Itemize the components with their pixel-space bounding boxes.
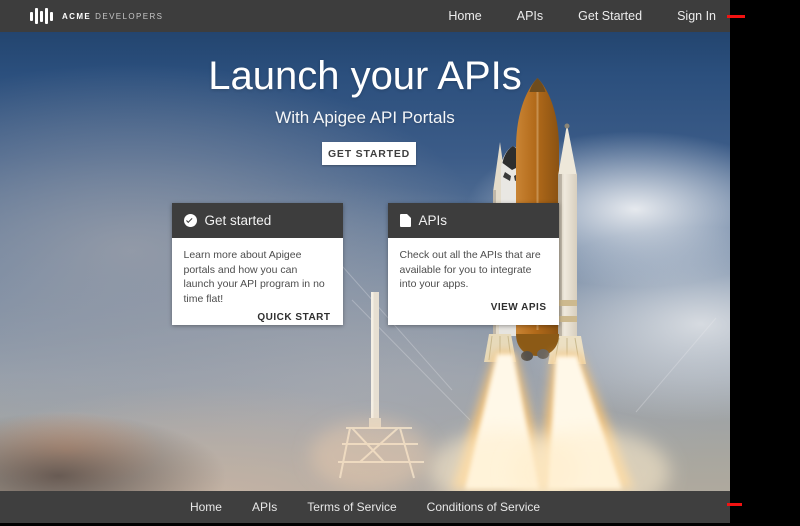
- footer-item-apis[interactable]: APIs: [252, 500, 277, 514]
- nav-item-get-started[interactable]: Get Started: [578, 9, 642, 23]
- card-apis: APIs Check out all the APIs that are ava…: [388, 203, 559, 325]
- footer-item-conditions[interactable]: Conditions of Service: [427, 500, 540, 514]
- check-circle-icon: [184, 214, 197, 227]
- nav-item-sign-in[interactable]: Sign In: [677, 9, 716, 23]
- file-icon: [400, 214, 411, 227]
- annotation-marker-top: [727, 15, 745, 18]
- nav-item-home[interactable]: Home: [448, 9, 481, 23]
- equalizer-logo-icon: [30, 8, 53, 24]
- hero-subtitle: With Apigee API Portals: [0, 108, 730, 128]
- footer-item-terms[interactable]: Terms of Service: [307, 500, 396, 514]
- nav-item-apis[interactable]: APIs: [517, 9, 543, 23]
- card-header: Get started: [172, 203, 343, 238]
- footer-bar: Home APIs Terms of Service Conditions of…: [0, 491, 730, 523]
- card-get-started: Get started Learn more about Apigee port…: [172, 203, 343, 325]
- card-actions: VIEW APIS: [388, 297, 559, 325]
- card-body-text: Check out all the APIs that are availabl…: [388, 238, 559, 297]
- footer-item-home[interactable]: Home: [190, 500, 222, 514]
- view-apis-link[interactable]: VIEW APIS: [491, 302, 547, 313]
- get-started-button[interactable]: GET STARTED: [322, 142, 416, 165]
- card-actions: QUICK START: [172, 307, 343, 335]
- card-header: APIs: [388, 203, 559, 238]
- nav-links: Home APIs Get Started Sign In: [448, 9, 716, 23]
- browser-page: ACMEDEVELOPERS Home APIs Get Started Sig…: [0, 0, 730, 523]
- feature-cards: Get started Learn more about Apigee port…: [0, 203, 730, 325]
- brand-logo[interactable]: ACMEDEVELOPERS: [30, 8, 163, 24]
- hero-title: Launch your APIs: [0, 54, 730, 99]
- quick-start-link[interactable]: QUICK START: [257, 312, 330, 323]
- card-body-text: Learn more about Apigee portals and how …: [172, 238, 343, 307]
- annotation-marker-bottom: [727, 503, 742, 506]
- card-title: Get started: [205, 213, 272, 228]
- top-nav-bar: ACMEDEVELOPERS Home APIs Get Started Sig…: [0, 0, 730, 32]
- brand-suffix: DEVELOPERS: [95, 12, 163, 21]
- card-title: APIs: [419, 213, 448, 228]
- brand-name: ACMEDEVELOPERS: [62, 12, 163, 21]
